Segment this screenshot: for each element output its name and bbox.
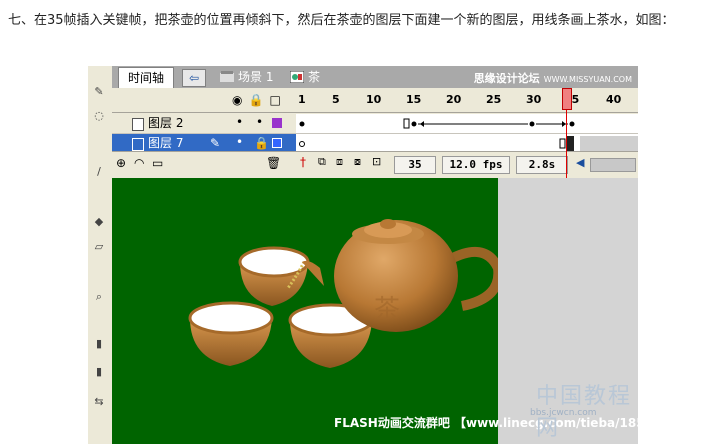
center-frame-icon[interactable]: † [300,155,306,169]
timeline-header: ◉🔒□ 1 5 10 15 20 25 30 35 40 [112,88,638,113]
tween-track [299,118,575,129]
edit-frames-icon[interactable]: ⧇ [354,155,361,169]
layer-controls-header: ◉ 🔒 □ [232,93,287,107]
playhead-knob[interactable] [562,88,572,110]
visibility-dot[interactable]: • [236,133,243,152]
eraser-tool-icon[interactable]: ▱ [92,241,106,253]
outline-color-swatch[interactable] [272,118,282,128]
timeline-footer: ⊕ ◠ ▭ 🗑 † ⧉ ⧈ ⧇ ⊡ 35 12.0 fps 2.8s ◀ [112,151,638,176]
stroke-color-icon[interactable]: ▮ [92,338,106,350]
ruler-25: 25 [486,93,502,106]
lock-dot[interactable]: • [256,113,263,132]
onion-outline-icon[interactable]: ⧈ [336,155,343,169]
document-tabbar: 时间轴 ⇦ 场景 1 茶 思缘设计论坛 WWW.MISSYUAN.COM [112,66,638,89]
ruler-15: 15 [406,93,422,106]
brush-tool-icon[interactable]: / [92,166,106,178]
add-guide-icon[interactable]: ◠ [134,156,144,170]
ruler-40: 40 [606,93,622,106]
ruler-20: 20 [446,93,462,106]
stage-canvas[interactable]: 茶 FLASH动画交流群吧 【www.linecg.com/tieba/1856… [112,178,638,444]
add-folder-icon[interactable]: ▭ [152,156,163,170]
elapsed-time-field: 2.8s [516,156,568,174]
outline-icon[interactable]: □ [269,93,280,107]
layer-name: 图层 2 [148,116,184,130]
timeline-scrollbar[interactable] [590,158,636,172]
ruler-1: 1 [298,93,306,106]
ruler-30: 30 [526,93,542,106]
swap-colors-icon[interactable]: ⇆ [92,396,106,408]
layer-frames[interactable] [296,114,638,133]
current-frame-field[interactable]: 35 [394,156,436,174]
ruler-10: 10 [366,93,382,106]
svg-text:茶: 茶 [374,295,400,325]
fps-field[interactable]: 12.0 fps [442,156,510,174]
fill-color-icon[interactable]: ▮ [92,366,106,378]
eye-icon[interactable]: ◉ [232,93,242,107]
onion-skin-icon[interactable]: ⧉ [318,155,326,169]
tools-panel: ✎ ◌ / ◆ ▱ ⌕ ▮ ▮ ⇆ [88,66,113,444]
forum-watermark: 思缘设计论坛 WWW.MISSYUAN.COM [474,70,632,86]
symbol-label: 茶 [308,70,321,84]
stage-area[interactable]: 茶 FLASH动画交流群吧 【www.linecg.com/tieba/1856… [112,178,638,444]
teapot-illustration: 茶 [188,219,504,368]
forum-url: WWW.MISSYUAN.COM [543,75,632,84]
scene-label: 场景 1 [238,70,274,84]
breadcrumb-symbol[interactable]: 茶 [290,69,320,85]
visibility-dot[interactable]: • [236,113,243,132]
site-watermark-url: bbs.jcwcn.com [530,408,597,418]
breadcrumb-scene[interactable]: 场景 1 [220,69,273,85]
layer-name-cell[interactable]: 图层 2 • • [112,114,296,133]
forum-watermark-text: 思缘设计论坛 [473,72,540,85]
tab-timeline[interactable]: 时间轴 [118,67,174,89]
layer-page-icon [132,138,144,151]
scene-icon [220,71,234,82]
playhead[interactable] [562,88,572,180]
outline-color-swatch[interactable] [272,138,282,148]
pen-tool-icon[interactable]: ✎ [92,86,106,98]
bucket-tool-icon[interactable]: ◆ [92,216,106,228]
lasso-tool-icon[interactable]: ◌ [92,110,106,122]
back-arrow-icon[interactable]: ⇦ [182,69,206,87]
timeline-panel: ◉ 🔒 □ 1 5 10 15 20 25 30 35 40 图层 2 • • [112,88,638,180]
ruler-5: 5 [332,93,340,106]
layer-page-icon [132,118,144,131]
tutorial-caption: 七、在35帧插入关键帧，把茶壶的位置再倾斜下，然后在茶壶的图层下面建一个新的图层… [8,13,675,28]
zoom-tool-icon[interactable]: ⌕ [92,291,106,303]
lock-icon[interactable]: 🔒 [248,93,263,107]
scroll-left-icon[interactable]: ◀ [576,156,584,169]
onion-markers-icon[interactable]: ⊡ [372,155,381,168]
trash-icon[interactable]: 🗑 [266,156,281,170]
symbol-icon [290,71,304,83]
layer-row-2[interactable]: 图层 2 • • [112,114,638,134]
playhead-line [566,110,567,180]
flash-screenshot: ✎ ◌ / ◆ ▱ ⌕ ▮ ▮ ⇆ 时间轴 ⇦ 场景 1 茶 思缘设计论坛 WWW… [88,66,638,444]
add-layer-icon[interactable]: ⊕ [116,156,126,170]
